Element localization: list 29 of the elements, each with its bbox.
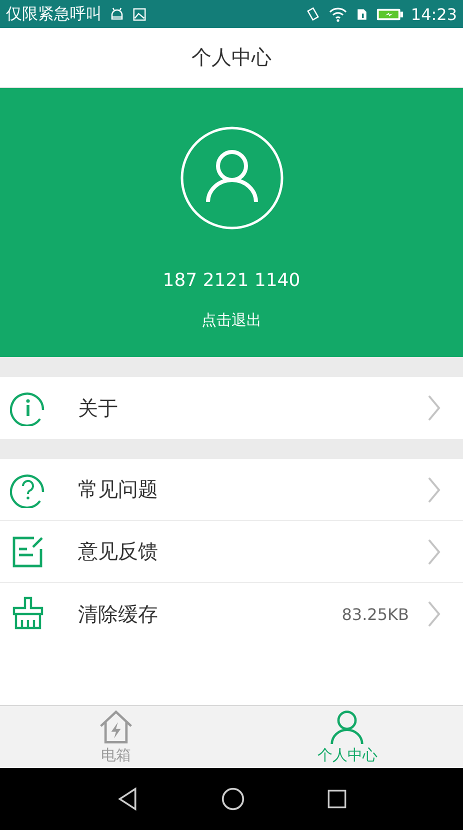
clock-text: 14:23 [410,4,457,24]
menu-item[interactable]: 意见反馈 [0,521,463,583]
phone-number: 187 2121 1140 [162,270,300,291]
carrier-text: 仅限紧急呼叫 [6,4,102,24]
menu-label: 意见反馈 [78,538,158,565]
avatar-icon [180,126,284,230]
info-icon [10,390,46,426]
chevron-icon [427,600,441,628]
page-title: 个人中心 [192,44,272,71]
back-icon[interactable] [116,787,138,811]
wifi-icon [328,6,348,22]
help-icon [10,472,46,508]
sim-icon [354,6,369,22]
menu-label: 清除缓存 [78,600,158,628]
menu-item[interactable]: 清除缓存 83.25KB [0,583,463,645]
battery-icon [376,6,404,22]
recents-icon[interactable] [326,789,346,809]
menu-item[interactable]: 关于 [0,377,463,439]
chevron-icon [427,538,441,566]
menu-item[interactable]: 常见问题 [0,459,463,521]
chevron-icon [427,476,441,504]
menu-label: 关于 [78,394,118,422]
chevron-icon [427,394,441,422]
menu-label: 常见问题 [78,476,158,503]
broom-icon [10,596,46,632]
android-icon [109,6,125,22]
cache-size: 83.25KB [342,604,409,624]
image-icon [132,6,147,22]
home-icon[interactable] [220,787,244,811]
